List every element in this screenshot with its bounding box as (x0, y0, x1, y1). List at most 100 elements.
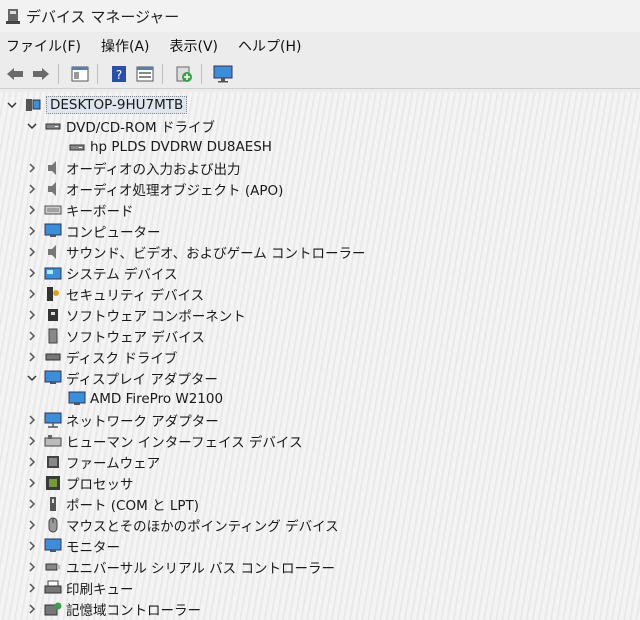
tree-item-disk[interactable]: ディスク ドライブ (0, 347, 640, 367)
device-tree[interactable]: DESKTOP-9HU7MTB DVD/CD-ROM ドライブ hp PLDS … (0, 92, 640, 620)
tree-item-label: 印刷キュー (66, 582, 134, 598)
tree-item-network[interactable]: ネットワーク アダプター (0, 410, 640, 430)
monitor-icon (213, 65, 233, 83)
menu-bar: ファイル(F) 操作(A) 表示(V) ヘルプ(H) (0, 34, 640, 58)
chevron-right-icon[interactable] (26, 498, 38, 510)
menu-view[interactable]: 表示(V) (170, 36, 219, 56)
chevron-right-icon[interactable] (26, 183, 38, 195)
tree-item-firmware[interactable]: ファームウェア (0, 452, 640, 472)
scan-button[interactable] (173, 63, 195, 85)
tree-item-hid[interactable]: ヒューマン インターフェイス デバイス (0, 431, 640, 451)
tree-item-sw-component[interactable]: ソフトウェア コンポーネント (0, 305, 640, 325)
chevron-down-icon[interactable] (26, 372, 38, 384)
speaker-icon (44, 181, 62, 197)
menu-action[interactable]: 操作(A) (101, 36, 150, 56)
hid-icon (44, 433, 62, 449)
chevron-right-icon[interactable] (26, 561, 38, 573)
tree-root-label: DESKTOP-9HU7MTB (46, 96, 188, 114)
tree-item-keyboard[interactable]: キーボード (0, 200, 640, 220)
keyboard-icon (44, 202, 62, 218)
tree-item-ports[interactable]: ポート (COM と LPT) (0, 494, 640, 514)
menu-file[interactable]: ファイル(F) (6, 36, 81, 56)
tree-item-label: ソフトウェア コンポーネント (66, 309, 246, 325)
tree-child-display-device[interactable]: AMD FirePro W2100 (0, 389, 640, 409)
tree-item-label: hp PLDS DVDRW DU8AESH (90, 139, 272, 155)
chevron-right-icon[interactable] (26, 540, 38, 552)
tree-item-storage[interactable]: 記憶域コントローラー (0, 599, 640, 619)
chevron-right-icon[interactable] (26, 582, 38, 594)
tree-item-computer[interactable]: コンピューター (0, 221, 640, 241)
tree-item-label: 記憶域コントローラー (66, 603, 201, 619)
chevron-right-icon[interactable] (26, 225, 38, 237)
tree-item-print-queue[interactable]: 印刷キュー (0, 578, 640, 598)
tree-child-dvd-device[interactable]: hp PLDS DVDRW DU8AESH (0, 137, 640, 157)
tree-item-label: キーボード (66, 204, 134, 220)
tree-item-label: ディスプレイ アダプター (66, 372, 218, 388)
speaker-icon (44, 160, 62, 176)
chevron-right-icon[interactable] (26, 477, 38, 489)
chevron-right-icon[interactable] (26, 288, 38, 300)
chevron-right-icon[interactable] (26, 246, 38, 258)
tree-item-monitor[interactable]: モニター (0, 536, 640, 556)
display-adapter-icon (44, 370, 62, 386)
chevron-right-icon[interactable] (26, 414, 38, 426)
tree-item-label: AMD FirePro W2100 (90, 391, 224, 407)
tree-item-label: コンピューター (66, 225, 161, 241)
dvd-drive-icon (44, 118, 62, 134)
tree-item-label: DVD/CD-ROM ドライブ (66, 120, 215, 136)
forward-button[interactable] (30, 63, 52, 85)
puzzle-icon (44, 307, 62, 323)
chevron-right-icon[interactable] (26, 204, 38, 216)
usb-icon (44, 559, 62, 575)
toolbar: ? (0, 60, 640, 89)
security-key-icon (44, 286, 62, 302)
tree-item-security[interactable]: セキュリティ デバイス (0, 284, 640, 304)
monitor-button[interactable] (212, 63, 234, 85)
tree-item-label: ユニバーサル シリアル バス コントローラー (66, 561, 335, 577)
tree-item-apo[interactable]: オーディオ処理オブジェクト (APO) (0, 179, 640, 199)
monitor-icon (44, 223, 62, 239)
chevron-right-icon[interactable] (26, 603, 38, 615)
back-button[interactable] (4, 63, 26, 85)
svg-text:?: ? (116, 68, 122, 82)
tree-item-display[interactable]: ディスプレイ アダプター (0, 368, 640, 388)
chevron-down-icon[interactable] (26, 120, 38, 132)
chevron-right-icon[interactable] (26, 456, 38, 468)
help-button[interactable]: ? (108, 63, 130, 85)
tree-item-label: マウスとそのほかのポインティング デバイス (66, 519, 339, 535)
tree-item-processor[interactable]: プロセッサ (0, 473, 640, 493)
toolbar-separator (201, 64, 202, 84)
tree-item-label: オーディオの入力および出力 (66, 162, 241, 178)
tree-root[interactable]: DESKTOP-9HU7MTB (0, 95, 640, 115)
tree-item-label: セキュリティ デバイス (66, 288, 205, 304)
chevron-right-icon[interactable] (26, 330, 38, 342)
chevron-right-icon[interactable] (26, 435, 38, 447)
chevron-right-icon[interactable] (26, 351, 38, 363)
properties-icon (71, 66, 89, 82)
chevron-right-icon[interactable] (26, 267, 38, 279)
menu-help[interactable]: ヘルプ(H) (238, 36, 301, 56)
view-button[interactable] (134, 63, 156, 85)
tree-item-mouse[interactable]: マウスとそのほかのポインティング デバイス (0, 515, 640, 535)
device-manager-icon (6, 9, 20, 24)
tree-item-system[interactable]: システム デバイス (0, 263, 640, 283)
storage-controller-icon (44, 601, 62, 617)
title-bar: デバイス マネージャー (0, 0, 640, 32)
chevron-right-icon[interactable] (26, 309, 38, 321)
disk-drive-icon (44, 349, 62, 365)
chevron-down-icon[interactable] (6, 99, 18, 111)
tree-item-usb[interactable]: ユニバーサル シリアル バス コントローラー (0, 557, 640, 577)
tree-item-sound[interactable]: サウンド、ビデオ、およびゲーム コントローラー (0, 242, 640, 262)
tree-item-dvd[interactable]: DVD/CD-ROM ドライブ (0, 116, 640, 136)
tree-item-audio-io[interactable]: オーディオの入力および出力 (0, 158, 640, 178)
tree-item-label: オーディオ処理オブジェクト (APO) (66, 183, 284, 199)
dvd-drive-icon (68, 139, 86, 155)
tree-item-label: システム デバイス (66, 267, 178, 283)
tree-item-sw-device[interactable]: ソフトウェア デバイス (0, 326, 640, 346)
view-icon (136, 66, 154, 82)
chevron-right-icon[interactable] (26, 519, 38, 531)
tree-item-label: ソフトウェア デバイス (66, 330, 205, 346)
properties-button[interactable] (69, 63, 91, 85)
chevron-right-icon[interactable] (26, 162, 38, 174)
tree-item-label: プロセッサ (66, 477, 134, 493)
